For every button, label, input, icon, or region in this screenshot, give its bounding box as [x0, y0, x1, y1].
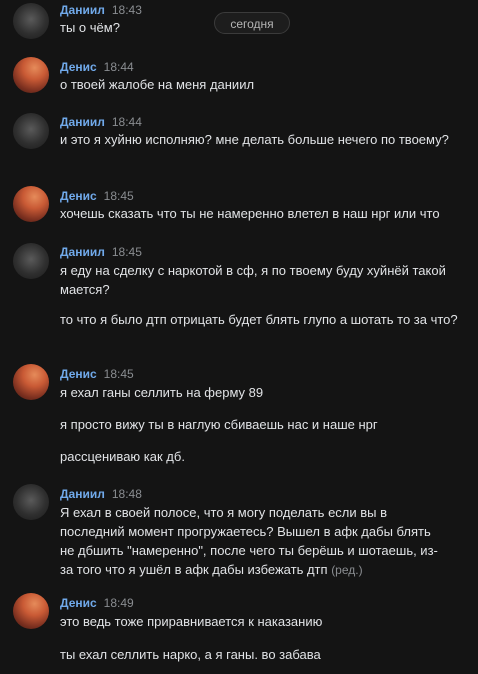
- message-text: я еду на сделку с наркотой в сф, я по тв…: [60, 263, 446, 297]
- message-time[interactable]: 18:45: [112, 245, 142, 259]
- message-text: я ехал ганы селлить на ферму 89: [60, 385, 264, 400]
- message-time[interactable]: 18:43: [112, 3, 142, 17]
- edited-label[interactable]: (ред.): [331, 563, 362, 577]
- message-text-content: Я ехал в своей полосе, что я могу подела…: [60, 505, 438, 577]
- avatar[interactable]: [13, 113, 49, 149]
- author-name[interactable]: Даниил: [60, 3, 105, 17]
- avatar[interactable]: [13, 243, 49, 279]
- author-name[interactable]: Даниил: [60, 487, 105, 501]
- message-header: Денис 18:45: [60, 367, 134, 382]
- avatar[interactable]: [13, 57, 49, 93]
- avatar[interactable]: [13, 3, 49, 39]
- message-header: Денис 18:45: [60, 189, 134, 204]
- avatar[interactable]: [13, 364, 49, 400]
- message-time[interactable]: 18:44: [104, 60, 134, 74]
- message-text: и это я хуйню исполняю? мне делать больш…: [60, 132, 449, 147]
- message-time[interactable]: 18:45: [104, 367, 134, 381]
- avatar[interactable]: [13, 484, 49, 520]
- avatar[interactable]: [13, 186, 49, 222]
- message-text: хочешь сказать что ты не намеренно влете…: [60, 206, 440, 221]
- author-name[interactable]: Денис: [60, 189, 97, 203]
- author-name[interactable]: Даниил: [60, 245, 105, 259]
- message-text: я просто вижу ты в наглую сбиваешь нас и…: [60, 417, 378, 432]
- message-text: о твоей жалобе на меня даниил: [60, 77, 255, 92]
- message-header: Даниил 18:48: [60, 487, 142, 502]
- author-name[interactable]: Денис: [60, 596, 97, 610]
- message-text: то что я было дтп отрицать будет блять г…: [60, 312, 458, 327]
- author-name[interactable]: Даниил: [60, 115, 105, 129]
- message-time[interactable]: 18:44: [112, 115, 142, 129]
- message-header: Даниил 18:44: [60, 115, 142, 130]
- message-header: Денис 18:44: [60, 60, 134, 75]
- message-header: Даниил 18:43: [60, 3, 142, 18]
- message-text: рассцениваю как дб.: [60, 449, 185, 464]
- message-text: ты о чём?: [60, 20, 120, 35]
- message-time[interactable]: 18:45: [104, 189, 134, 203]
- message-header: Даниил 18:45: [60, 245, 142, 260]
- message-time[interactable]: 18:48: [112, 487, 142, 501]
- author-name[interactable]: Денис: [60, 60, 97, 74]
- message-time[interactable]: 18:49: [104, 596, 134, 610]
- message-header: Денис 18:49: [60, 596, 134, 611]
- message-text: Я ехал в своей полосе, что я могу подела…: [60, 503, 445, 580]
- message-text: это ведь тоже приравнивается к наказанию: [60, 614, 323, 629]
- message-text: ты ехал селлить нарко, а я ганы. во заба…: [60, 647, 321, 662]
- author-name[interactable]: Денис: [60, 367, 97, 381]
- avatar[interactable]: [13, 593, 49, 629]
